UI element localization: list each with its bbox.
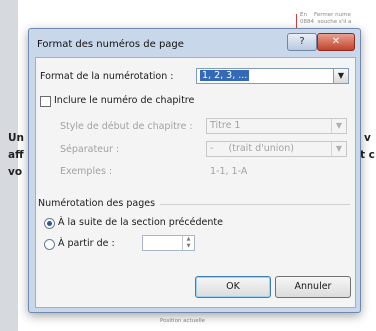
include-chapter-label[interactable]: Inclure le numéro de chapitre xyxy=(54,95,194,106)
examples-value: 1-1, 1-A xyxy=(210,166,248,177)
help-icon: ? xyxy=(299,36,305,47)
chapter-style-select[interactable]: Titre 1 ▼ xyxy=(206,118,347,134)
examples-label: Exemples : xyxy=(60,166,113,177)
document-text-fragment: v xyxy=(364,132,371,144)
document-text-fragment: aff xyxy=(8,149,24,161)
chevron-down-icon[interactable]: ▼ xyxy=(333,69,348,83)
separator-label: Séparateur : xyxy=(60,144,120,155)
close-icon: ✕ xyxy=(331,36,341,47)
cancel-button[interactable]: Annuler xyxy=(275,276,351,298)
number-format-value: 1, 2, 3, ... xyxy=(200,70,250,81)
chevron-down-icon[interactable]: ▼ xyxy=(331,142,346,156)
chevron-down-icon[interactable]: ▼ xyxy=(331,119,346,133)
document-text-fragment: vo xyxy=(8,166,23,178)
help-button[interactable]: ? xyxy=(287,33,317,51)
close-button[interactable]: ✕ xyxy=(317,33,355,51)
separator-select[interactable]: - (trait d'union) ▼ xyxy=(206,141,347,157)
document-text-fragment: Un xyxy=(8,132,25,144)
spin-up-icon[interactable]: ▲ xyxy=(183,236,194,243)
chapter-style-label: Style de début de chapitre : xyxy=(60,121,193,132)
page-numbering-group-label: Numérotation des pages xyxy=(38,198,156,209)
start-at-spinner[interactable]: ▲ ▼ xyxy=(142,235,195,251)
ok-button[interactable]: OK xyxy=(195,276,271,298)
group-divider xyxy=(160,204,350,205)
document-top-text: En Fermer nume 0884 souche s'il a xyxy=(300,12,352,25)
continue-previous-radio[interactable] xyxy=(44,218,55,229)
number-format-label: Format de la numérotation : xyxy=(40,71,174,82)
spinner-buttons: ▲ ▼ xyxy=(182,236,194,250)
document-menu-text: Position actuelle xyxy=(160,318,206,324)
start-at-label[interactable]: À partir de : xyxy=(58,238,115,249)
continue-previous-label[interactable]: À la suite de la section précédente xyxy=(58,217,223,228)
dialog-title: Format des numéros de page xyxy=(37,39,184,50)
separator-value: - (trait d'union) xyxy=(210,143,294,154)
number-format-select[interactable]: 1, 2, 3, ... ▼ xyxy=(196,68,349,84)
spin-down-icon[interactable]: ▼ xyxy=(183,243,194,250)
start-at-radio[interactable] xyxy=(44,239,55,250)
include-chapter-checkbox[interactable] xyxy=(40,96,51,107)
chapter-style-value: Titre 1 xyxy=(210,120,241,131)
document-text-fragment: t c xyxy=(360,149,375,161)
dialog-body: Format de la numérotation : 1, 2, 3, ...… xyxy=(35,57,356,308)
dialog-titlebar[interactable]: Format des numéros de page ? ✕ xyxy=(29,29,360,57)
page-number-format-dialog: Format des numéros de page ? ✕ Format de… xyxy=(28,28,361,313)
